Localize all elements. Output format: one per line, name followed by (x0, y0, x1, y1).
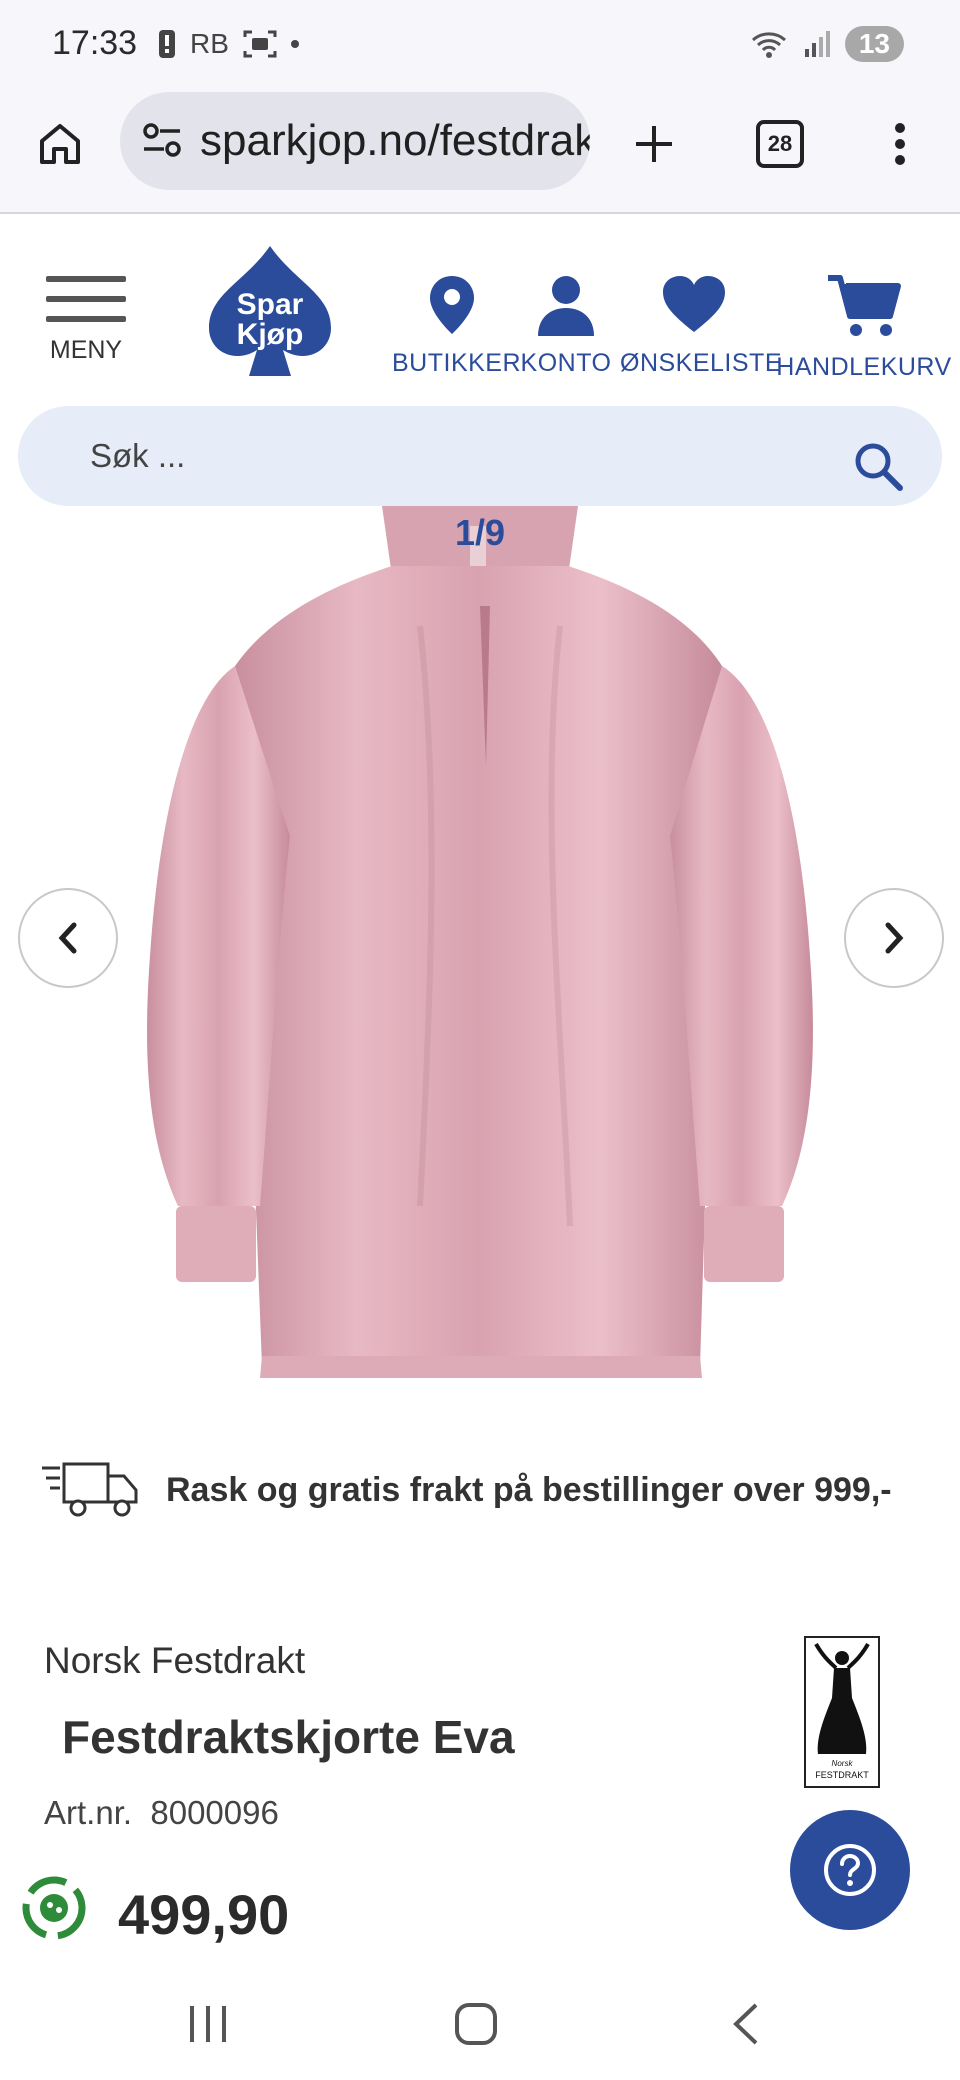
product-image[interactable] (0, 506, 960, 1386)
spade-logo-icon: Spar Kjøp (209, 246, 331, 376)
back-icon[interactable] (730, 2002, 760, 2046)
delivery-truck-icon (42, 1462, 138, 1517)
browser-menu-button[interactable] (870, 114, 930, 174)
home-nav-icon[interactable] (454, 2002, 498, 2046)
nav-wishlist-label: ØNSKELISTE (620, 349, 782, 377)
tab-count: 28 (756, 120, 804, 168)
home-button[interactable] (30, 114, 90, 174)
product-brand[interactable]: Norsk Festdrakt (44, 1640, 305, 1682)
recycle-icon (22, 1876, 86, 1940)
article-number-value: 8000096 (150, 1794, 279, 1831)
system-nav-bar (0, 1960, 960, 2080)
logo-text-bottom: Kjøp (237, 318, 304, 351)
nav-cart[interactable]: HANDLEKURV (776, 274, 952, 382)
menu-label: MENY (49, 336, 123, 364)
cart-icon (828, 275, 901, 336)
user-icon (538, 276, 594, 336)
shipping-info: Rask og gratis frakt på bestillinger ove… (40, 1460, 892, 1520)
battery-badge: 13 (844, 26, 904, 62)
search-bar (18, 406, 942, 506)
wifi-icon (751, 32, 786, 58)
brand-logo-small: Norsk (832, 1759, 854, 1768)
heart-icon (663, 276, 725, 332)
logo-text-top: Spar (237, 288, 304, 321)
shipping-text: Rask og gratis frakt på bestillinger ove… (166, 1470, 892, 1509)
status-time: 17:33 (52, 24, 138, 62)
location-pin-icon (430, 276, 474, 334)
menu-button[interactable]: MENY (46, 276, 126, 365)
nav-stores-label: BUTIKKER (392, 349, 522, 377)
nav-wishlist[interactable]: ØNSKELISTE (620, 274, 782, 378)
help-icon (824, 1844, 876, 1896)
alert-icon (159, 30, 175, 58)
chevron-left-icon (58, 922, 77, 954)
carrier-label: RB (190, 28, 229, 59)
eco-badge (18, 1872, 90, 1949)
new-tab-button[interactable] (624, 114, 684, 174)
more-vert-icon (895, 123, 905, 165)
home-icon (40, 124, 80, 164)
recent-apps-icon[interactable] (186, 2004, 230, 2044)
search-input[interactable] (88, 428, 812, 484)
help-button[interactable] (790, 1810, 910, 1930)
dot-icon (290, 40, 299, 48)
brand-logo[interactable]: Norsk FESTDRAKT (804, 1636, 880, 1788)
signal-icon (804, 31, 830, 57)
url-text: sparkjop.no/festdrakt (200, 116, 590, 165)
product-price: 499,90 (118, 1883, 290, 1946)
nav-account-label: KONTO (520, 349, 612, 377)
status-bar: 17:33 RB 13 (0, 0, 960, 90)
address-bar[interactable]: sparkjop.no/festdrakt (120, 92, 590, 190)
plus-icon (636, 126, 672, 162)
article-number: Art.nr. 8000096 (44, 1794, 279, 1832)
chevron-right-icon (885, 922, 904, 954)
site-logo[interactable]: Spar Kjøp (205, 242, 335, 387)
product-gallery: 1/9 (0, 506, 960, 1386)
hamburger-icon (46, 276, 126, 322)
site-header: MENY Spar Kjøp BUTIKKER KONTO ØNSKELISTE… (0, 214, 960, 394)
brand-logo-text: FESTDRAKT (815, 1770, 869, 1780)
nav-account[interactable]: KONTO (520, 274, 612, 378)
screenshot-icon (243, 30, 277, 58)
search-icon[interactable] (852, 440, 904, 492)
nav-cart-label: HANDLEKURV (776, 353, 952, 381)
dress-logo-icon: Norsk FESTDRAKT (814, 1642, 870, 1780)
browser-toolbar: sparkjop.no/festdrakt 28 (0, 90, 960, 214)
site-settings-icon (143, 123, 181, 157)
tab-switcher-button[interactable]: 28 (750, 114, 810, 174)
image-counter: 1/9 (454, 512, 506, 553)
product-title: Festdraktskjorte Eva (62, 1711, 515, 1763)
gallery-prev-button[interactable] (18, 888, 118, 988)
gallery-next-button[interactable] (844, 888, 944, 988)
article-number-label: Art.nr. (44, 1794, 133, 1831)
nav-stores[interactable]: BUTIKKER (392, 274, 522, 378)
